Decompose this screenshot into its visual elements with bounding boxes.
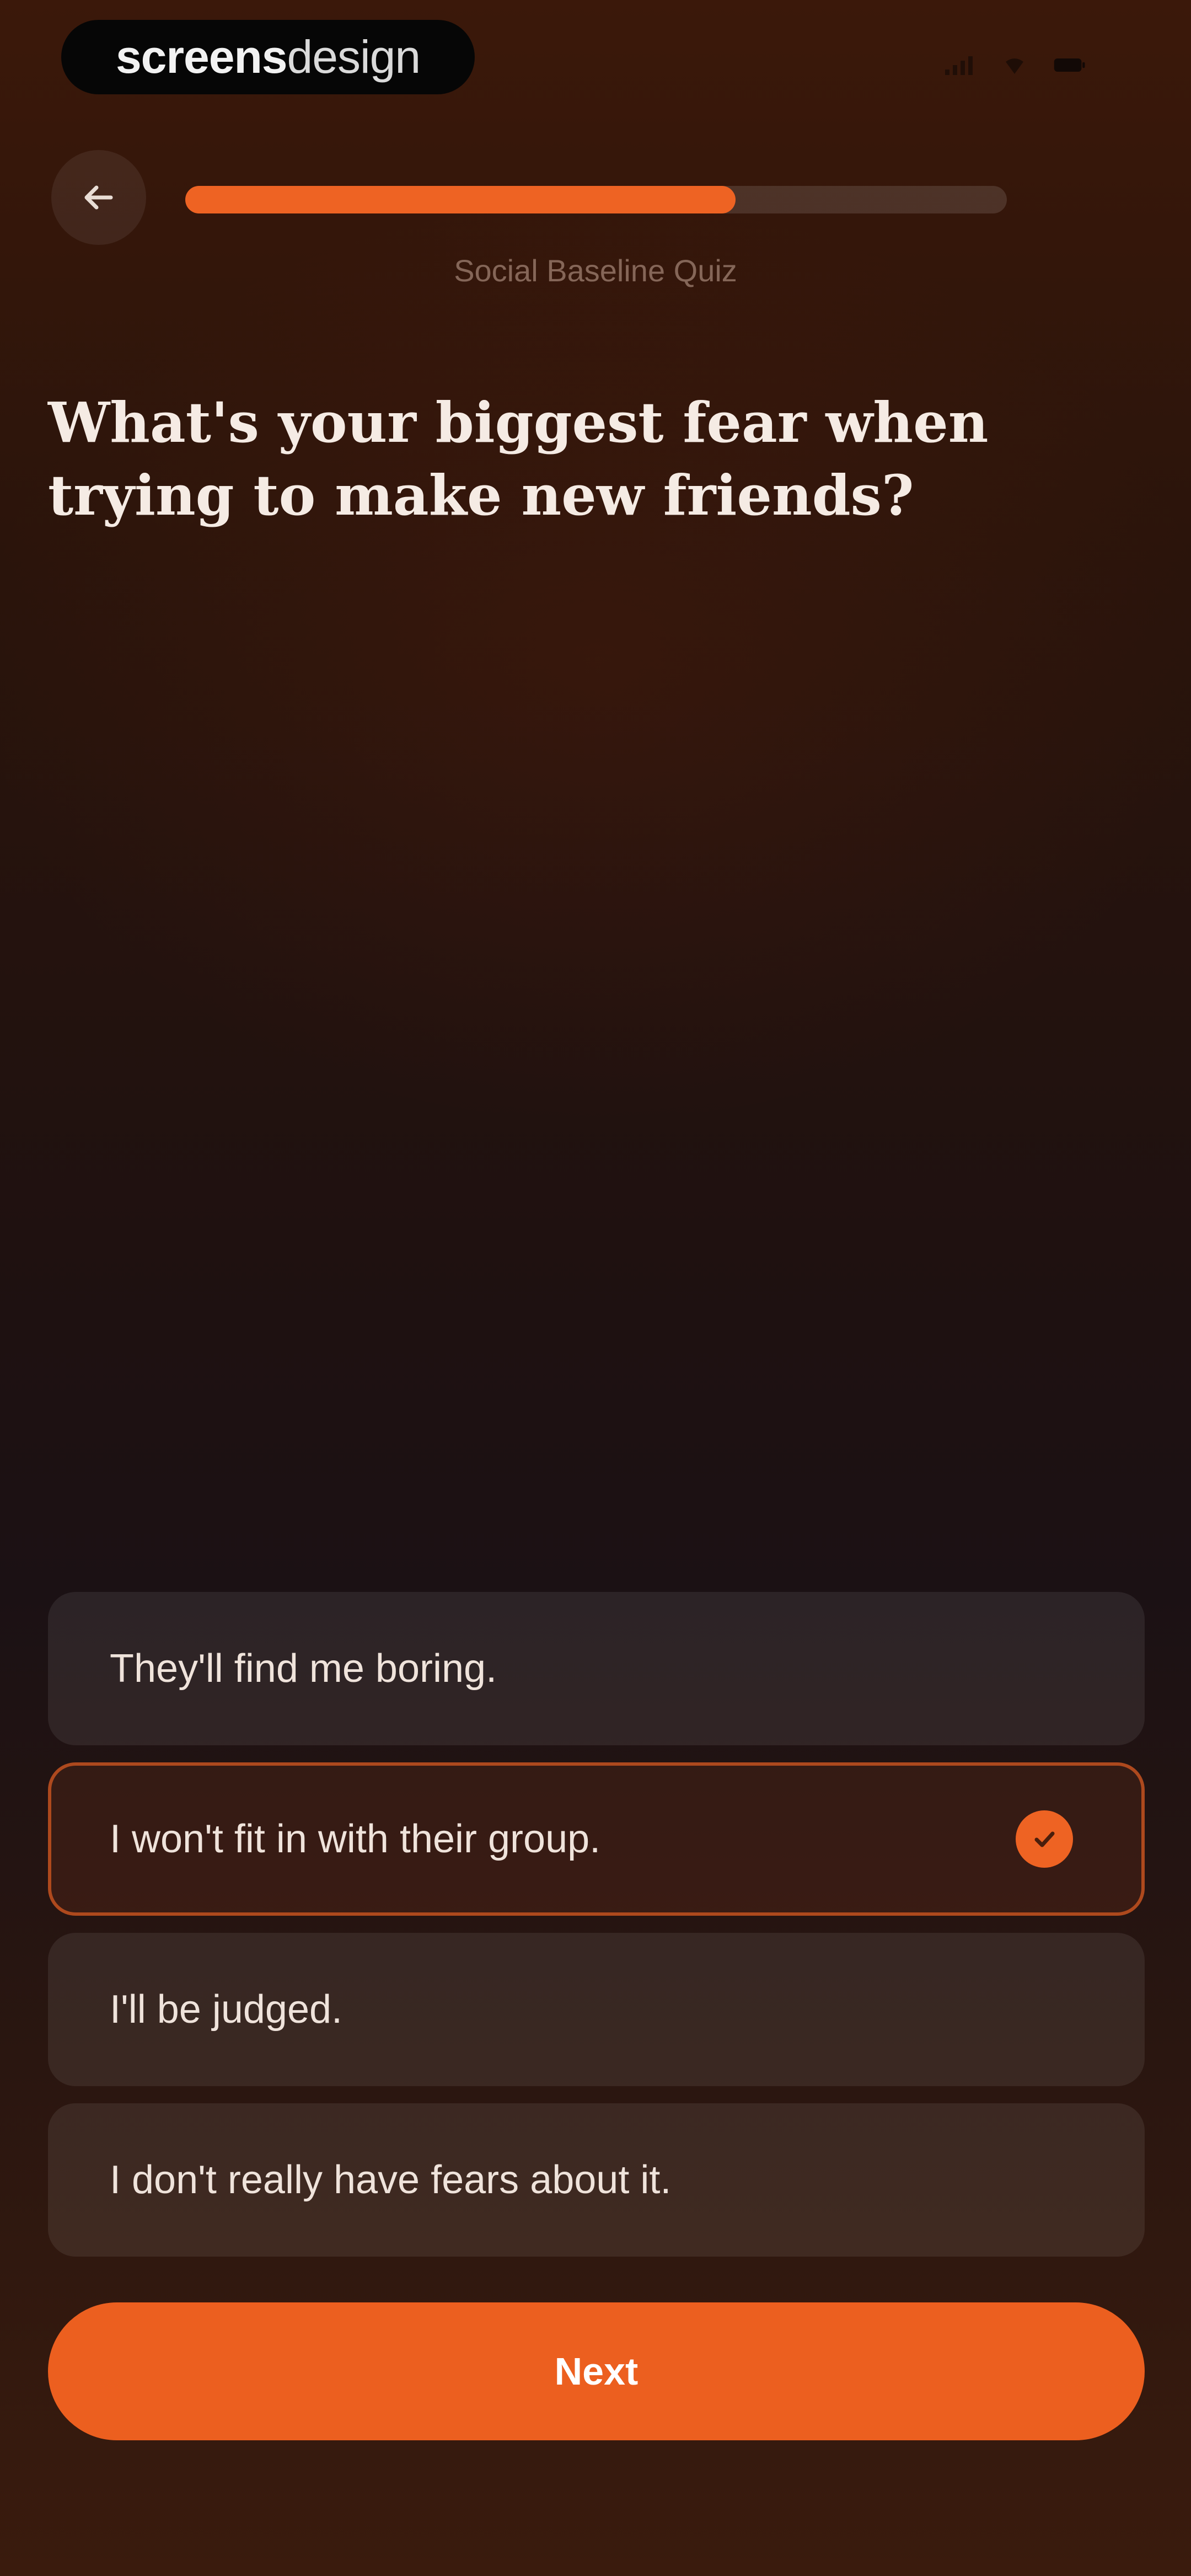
option-label: I'll be judged. (110, 1987, 343, 2032)
screensdesign-logo: screens design (61, 20, 475, 94)
option-label: I don't really have fears about it. (110, 2158, 672, 2202)
question-title: What's your biggest fear when trying to … (48, 386, 1040, 532)
option-judged[interactable]: I'll be judged. (48, 1933, 1145, 2086)
quiz-screen: screens design Social Baseline Quiz What'… (0, 0, 1191, 2576)
option-wont-fit-in[interactable]: I won't fit in with their group. (48, 1762, 1145, 1916)
option-boring[interactable]: They'll find me boring. (48, 1592, 1145, 1745)
option-label: They'll find me boring. (110, 1647, 497, 1691)
back-button[interactable] (51, 150, 146, 245)
status-icons (943, 54, 1086, 76)
check-icon (1016, 1810, 1073, 1868)
logo-text-light: design (287, 31, 421, 83)
progress-fill (185, 186, 736, 213)
option-no-fears[interactable]: I don't really have fears about it. (48, 2103, 1145, 2257)
logo-text-bold: screens (115, 31, 288, 83)
arrow-left-icon (84, 185, 113, 210)
answer-options: They'll find me boring. I won't fit in w… (48, 1592, 1145, 2274)
next-button[interactable]: Next (48, 2302, 1145, 2440)
question-line-1: What's your biggest fear when (48, 390, 989, 455)
progress-bar (185, 186, 1007, 213)
option-label: I won't fit in with their group. (110, 1817, 601, 1861)
signal-icon (945, 56, 973, 75)
battery-icon (1054, 58, 1085, 72)
question-line-2: trying to make new friends? (48, 463, 914, 528)
quiz-subtitle: Social Baseline Quiz (454, 253, 737, 288)
wifi-icon (1006, 58, 1023, 74)
